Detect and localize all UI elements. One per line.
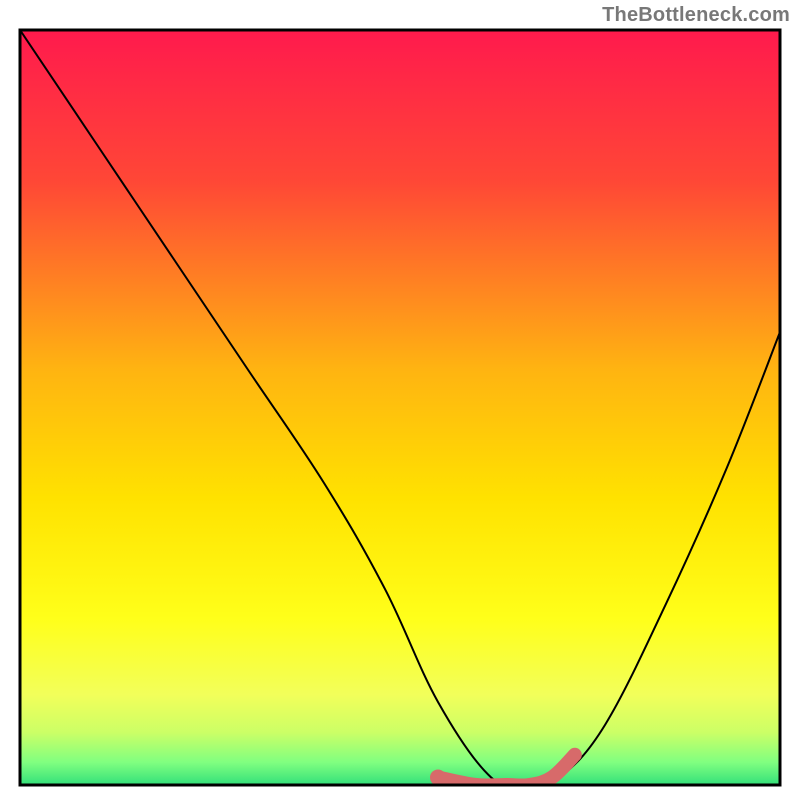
chart-container: TheBottleneck.com: [0, 0, 800, 800]
plot-area: [20, 30, 780, 787]
sweet-spot-dot: [430, 769, 446, 785]
bottleneck-chart: [0, 0, 800, 800]
gradient-background: [20, 30, 780, 785]
